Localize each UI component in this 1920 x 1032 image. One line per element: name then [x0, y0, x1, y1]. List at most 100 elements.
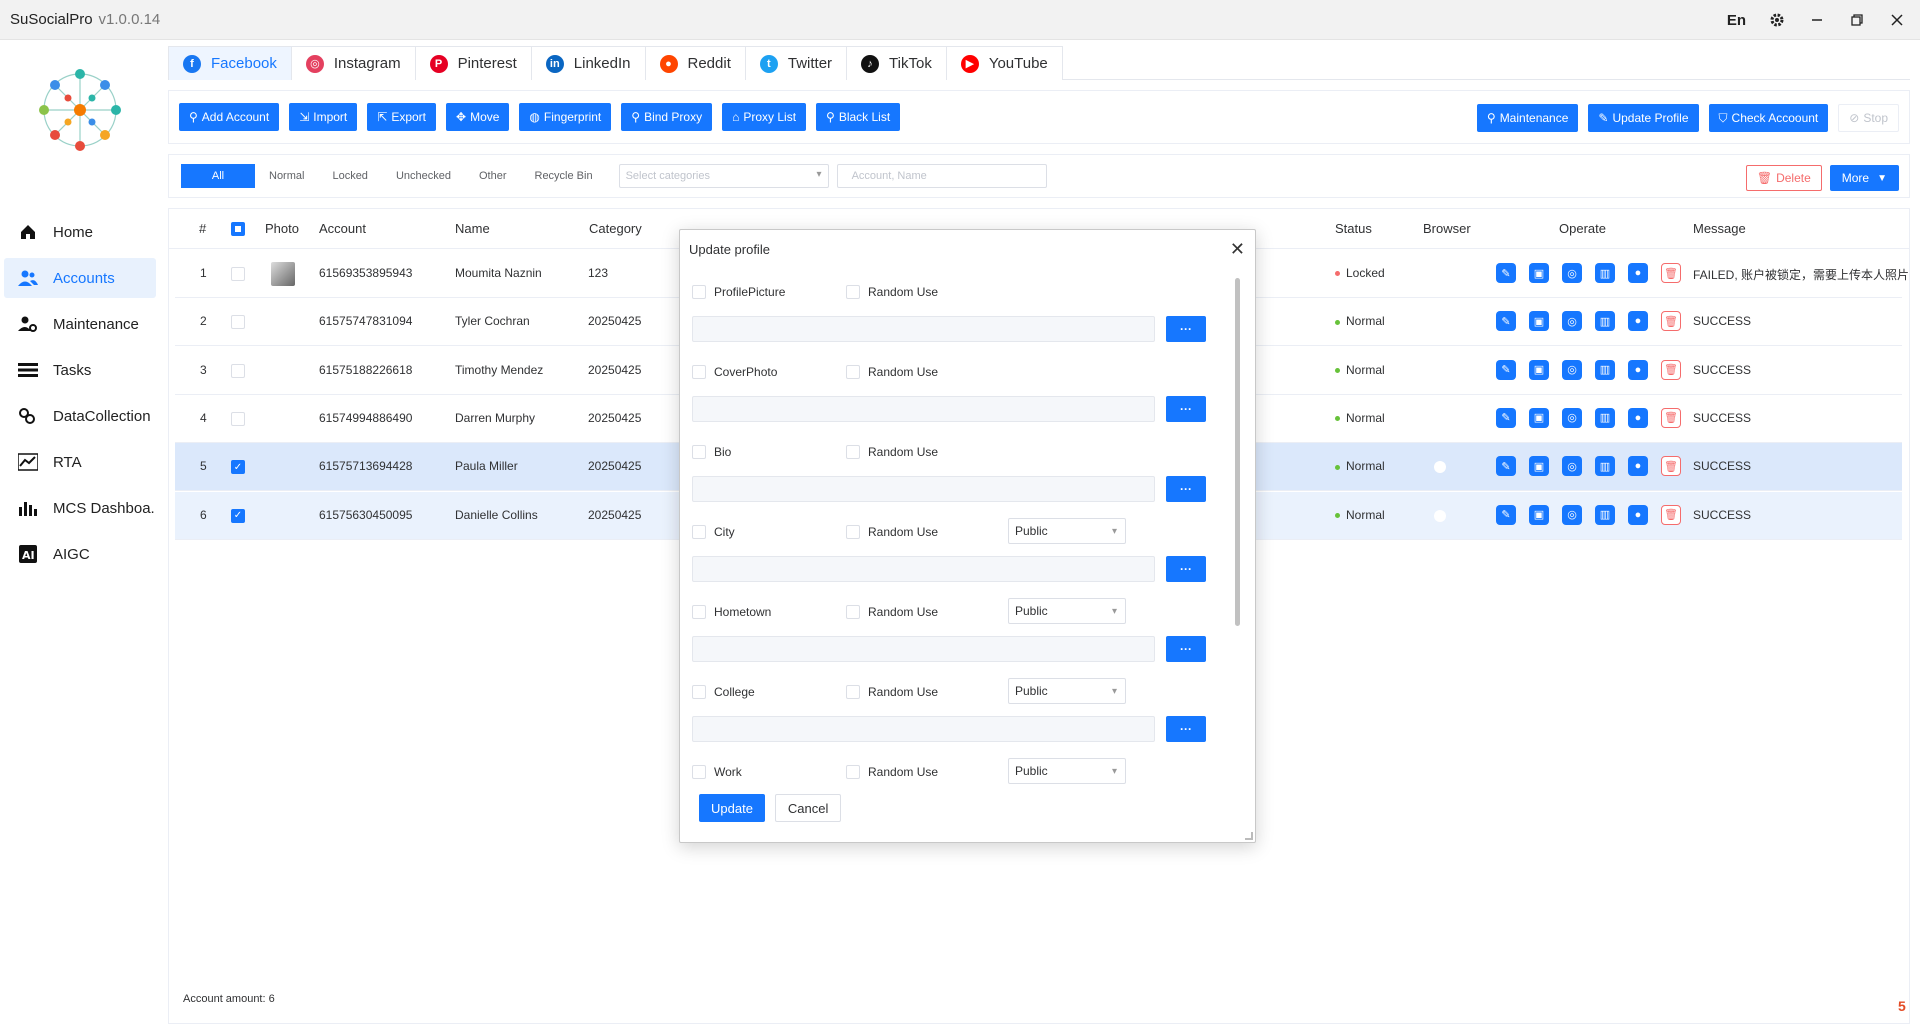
random-use-checkbox[interactable]: Random Use — [846, 605, 938, 619]
trash-icon[interactable]: 🗑 — [1661, 311, 1681, 332]
tab-instagram[interactable]: ◎ Instagram — [290, 46, 416, 80]
field-checkbox[interactable]: City — [692, 525, 735, 539]
update-profile-button[interactable]: ✎ Update Profile — [1588, 104, 1699, 132]
update-button[interactable]: Update — [699, 794, 765, 822]
browser-icon[interactable]: ▣ — [1529, 359, 1549, 380]
segment-unchecked[interactable]: Unchecked — [382, 164, 465, 188]
random-use-checkbox[interactable]: Random Use — [846, 765, 938, 779]
stats-icon[interactable]: ▥ — [1595, 311, 1615, 332]
field-checkbox[interactable]: Hometown — [692, 605, 771, 619]
random-use-checkbox[interactable]: Random Use — [846, 685, 938, 699]
close-window-icon[interactable] — [1888, 11, 1906, 29]
fingerprint-icon[interactable]: ◎ — [1562, 311, 1582, 332]
sidebar-item-accounts[interactable]: Accounts — [4, 258, 156, 298]
fingerprint-icon[interactable]: ◎ — [1562, 456, 1582, 477]
field-more-button[interactable]: ··· — [1166, 636, 1206, 662]
field-value-input[interactable] — [692, 556, 1155, 582]
fingerprint-icon[interactable]: ◎ — [1562, 504, 1582, 525]
sidebar-item-maintenance[interactable]: Maintenance — [4, 304, 156, 344]
field-checkbox[interactable]: Bio — [692, 445, 731, 459]
bind-proxy-button[interactable]: ⚲ Bind Proxy — [621, 103, 713, 131]
sidebar-item-rta[interactable]: RTA — [4, 442, 156, 482]
resize-handle[interactable] — [1245, 832, 1253, 840]
tab-twitter[interactable]: t Twitter — [744, 46, 848, 80]
category-select[interactable]: Select categories ▾ — [618, 164, 829, 188]
edit-icon[interactable]: ✎ — [1496, 263, 1516, 283]
trash-icon[interactable]: 🗑 — [1661, 504, 1681, 525]
row-checkbox[interactable] — [231, 315, 245, 330]
privacy-select[interactable]: Public ▾ — [1008, 598, 1126, 624]
sidebar-item-datacollection[interactable]: DataCollection — [4, 396, 156, 436]
fingerprint-icon[interactable]: ◎ — [1562, 407, 1582, 428]
record-icon[interactable]: ● — [1628, 504, 1648, 525]
browser-icon[interactable]: ▣ — [1529, 456, 1549, 477]
tab-linkedin[interactable]: in LinkedIn — [530, 46, 646, 80]
random-use-checkbox[interactable]: Random Use — [846, 525, 938, 539]
add-account-button[interactable]: ⚲ Add Account — [179, 103, 280, 131]
record-icon[interactable]: ● — [1628, 311, 1648, 332]
edit-icon[interactable]: ✎ — [1496, 456, 1516, 477]
tab-pinterest[interactable]: P Pinterest — [414, 46, 532, 80]
trash-icon[interactable]: 🗑 — [1661, 263, 1681, 283]
black-list-button[interactable]: ⚲ Black List — [816, 103, 901, 131]
edit-icon[interactable]: ✎ — [1496, 311, 1516, 332]
field-checkbox[interactable]: CoverPhoto — [692, 365, 777, 379]
trash-icon[interactable]: 🗑 — [1661, 407, 1681, 428]
field-value-input[interactable] — [692, 316, 1155, 342]
select-all-checkbox[interactable] — [231, 222, 245, 236]
minimize-icon[interactable] — [1808, 11, 1826, 29]
browser-icon[interactable]: ▣ — [1529, 311, 1549, 332]
field-value-input[interactable] — [692, 396, 1155, 422]
field-more-button[interactable]: ··· — [1166, 716, 1206, 742]
field-checkbox[interactable]: College — [692, 685, 755, 699]
edit-icon[interactable]: ✎ — [1496, 504, 1516, 525]
tab-youtube[interactable]: ▶ YouTube — [945, 46, 1063, 80]
field-more-button[interactable]: ··· — [1166, 556, 1206, 582]
field-value-input[interactable] — [692, 636, 1155, 662]
move-button[interactable]: ✥ Move — [446, 103, 510, 131]
language-switch[interactable]: En — [1727, 12, 1746, 29]
fingerprint-button[interactable]: ◍ Fingerprint — [519, 103, 612, 131]
stats-icon[interactable]: ▥ — [1595, 407, 1615, 428]
privacy-select[interactable]: Public ▾ — [1008, 678, 1126, 704]
check-accoount-button[interactable]: ⛉ Check Accoount — [1708, 104, 1829, 132]
tab-facebook[interactable]: f Facebook — [168, 46, 292, 80]
record-icon[interactable]: ● — [1628, 359, 1648, 380]
trash-icon[interactable]: 🗑 — [1661, 456, 1681, 477]
random-use-checkbox[interactable]: Random Use — [846, 445, 938, 459]
browser-icon[interactable]: ▣ — [1529, 504, 1549, 525]
edit-icon[interactable]: ✎ — [1496, 359, 1516, 380]
record-icon[interactable]: ● — [1628, 263, 1648, 283]
delete-button[interactable]: 🗑 Delete — [1745, 165, 1822, 191]
privacy-select[interactable]: Public ▾ — [1008, 758, 1126, 784]
field-more-button[interactable]: ··· — [1166, 316, 1206, 342]
sidebar-item-home[interactable]: Home — [4, 212, 156, 252]
export-button[interactable]: ⇱ Export — [367, 103, 437, 131]
row-checkbox[interactable]: ✓ — [231, 460, 245, 475]
stats-icon[interactable]: ▥ — [1595, 263, 1615, 283]
stats-icon[interactable]: ▥ — [1595, 359, 1615, 380]
segment-normal[interactable]: Normal — [255, 164, 318, 188]
cancel-button[interactable]: Cancel — [774, 794, 842, 822]
fingerprint-icon[interactable]: ◎ — [1562, 263, 1582, 283]
field-checkbox[interactable]: ProfilePicture — [692, 285, 785, 299]
maintenance-button[interactable]: ⚲ Maintenance — [1476, 104, 1579, 132]
segment-other[interactable]: Other — [465, 164, 521, 188]
more-button[interactable]: More ▼ — [1829, 165, 1899, 191]
field-more-button[interactable]: ··· — [1166, 476, 1206, 502]
stop-button[interactable]: ⊘ Stop — [1838, 104, 1899, 132]
row-checkbox[interactable] — [231, 267, 245, 281]
fingerprint-icon[interactable]: ◎ — [1562, 359, 1582, 380]
segment-recycle-bin[interactable]: Recycle Bin — [521, 164, 607, 188]
import-button[interactable]: ⇲ Import — [289, 103, 358, 131]
sidebar-item-tasks[interactable]: Tasks — [4, 350, 156, 390]
edit-icon[interactable]: ✎ — [1496, 407, 1516, 428]
row-checkbox[interactable] — [231, 363, 245, 378]
sidebar-item-aigc[interactable]: AI AIGC — [4, 534, 156, 574]
search-input[interactable]: Account, Name — [836, 164, 1047, 188]
field-more-button[interactable]: ··· — [1166, 396, 1206, 422]
segment-all[interactable]: All — [181, 164, 255, 188]
stats-icon[interactable]: ▥ — [1595, 456, 1615, 477]
settings-icon[interactable] — [1768, 11, 1786, 29]
record-icon[interactable]: ● — [1628, 456, 1648, 477]
